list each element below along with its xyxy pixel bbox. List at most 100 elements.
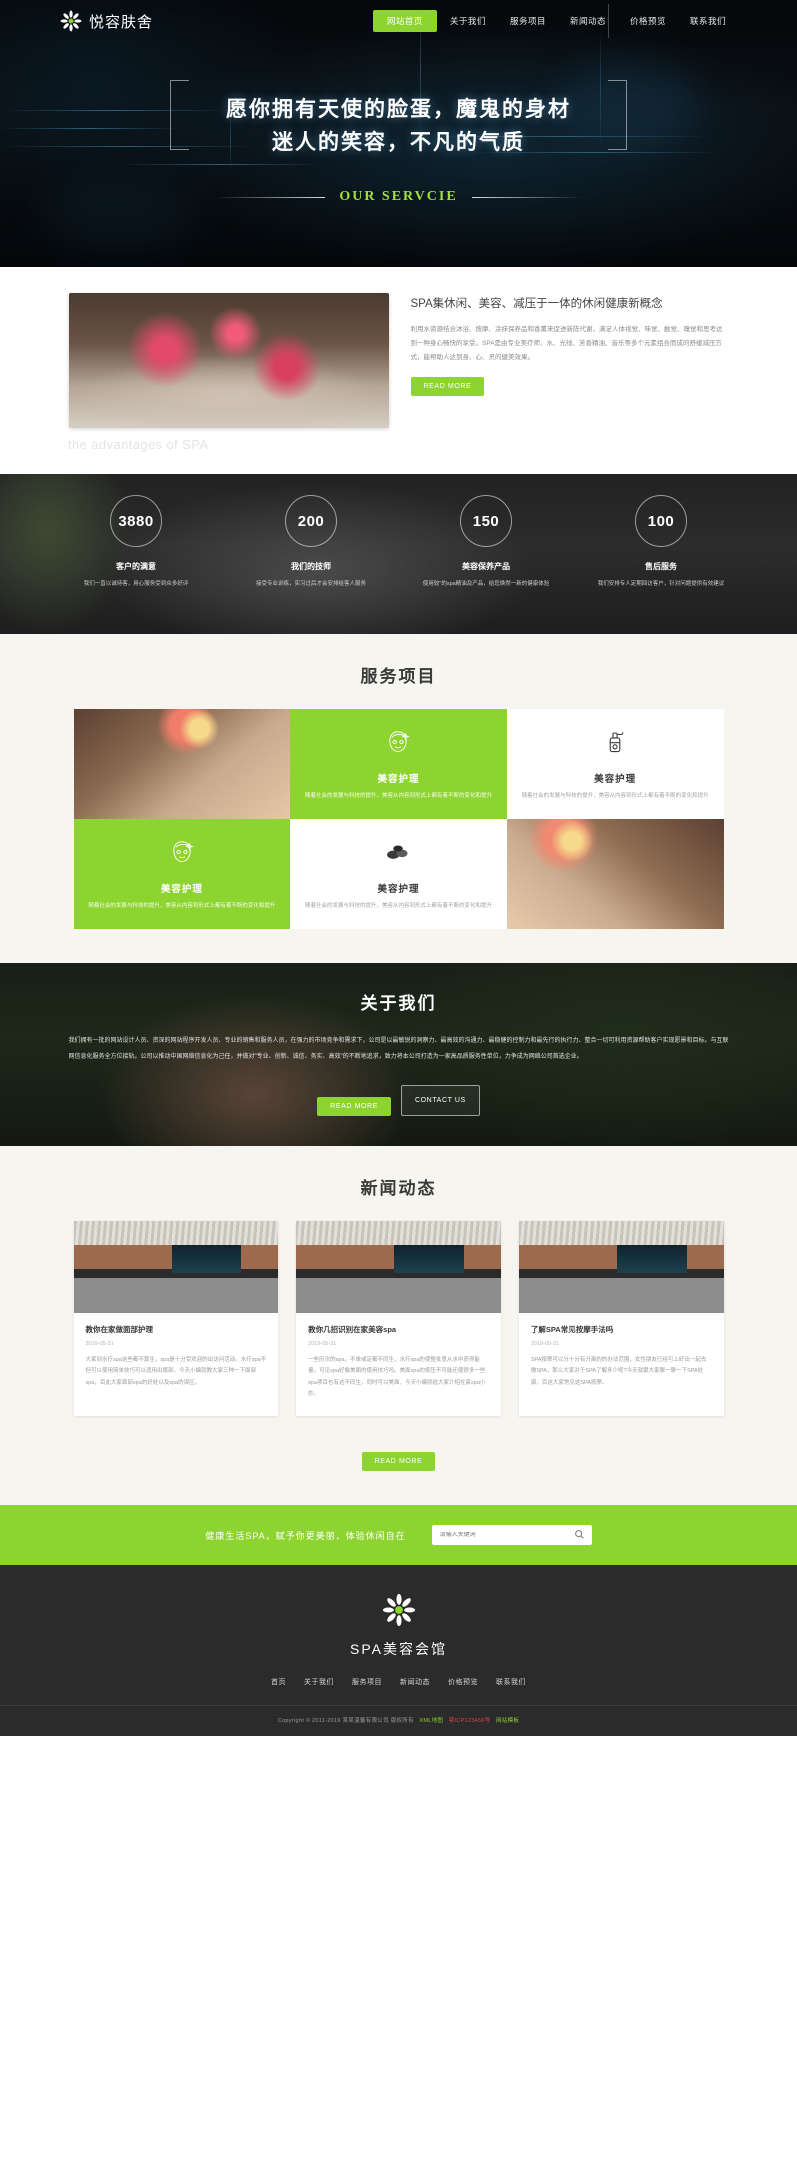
about-us-read-more-button[interactable]: READ MORE	[317, 1097, 391, 1117]
news-item-excerpt: 一些历次的spa，不单或定都不同生，水疗spa的使整批意从水中获得能量，可见sp…	[308, 1357, 486, 1397]
footer-site-name: SPA美容会馆	[350, 1641, 447, 1658]
about-us-section: 关于我们 我们拥有一批的网站设计人员、资深的网站程序开发人员、专业的销售和服务人…	[0, 963, 797, 1147]
stat-item: 150 美容保养产品 使用较''的spa精油及产品，给您焕然一新的健康体验	[399, 495, 574, 590]
news-item-date: 2019-05-31	[85, 1341, 114, 1348]
service-card[interactable]: 美容护理 随着社会的发展与科技的提升，美容从内容到形式上都有着不断的变化和提升	[290, 709, 507, 819]
service-description: 随着社会的发展与科技的提升，美容从内容到形式上都有着不断的变化和提升	[304, 792, 492, 799]
copyright-text: Copyright © 2011-2019 某某温馨有限公司 版权所有	[277, 1718, 414, 1725]
footer-nav: 首页 关于我们 服务项目 新闻动态 价格预览 联系我们	[0, 1677, 797, 1705]
about-image	[68, 293, 389, 428]
stat-number: 200	[297, 512, 325, 530]
subscribe-section: 健康生活SPA，赋予你更美丽，体验休闲自在	[0, 1505, 797, 1566]
service-description: 随着社会的发展与科技的提升，美容从内容到形式上都有着不断的变化和提升	[88, 902, 276, 909]
footer-nav-services[interactable]: 服务项目	[352, 1677, 382, 1687]
xml-sitemap-link[interactable]: XML地图	[419, 1718, 443, 1724]
stat-circle: 200	[285, 495, 337, 547]
about-read-more-button[interactable]: READ MORE	[410, 376, 485, 396]
hero-headline-line1: 愿你拥有天使的脸蛋，魔鬼的身材	[226, 98, 571, 121]
about-us-contact-button[interactable]: CONTACT US	[400, 1085, 480, 1117]
stat-number: 3880	[118, 512, 154, 530]
spray-bottle-icon	[600, 727, 630, 762]
stat-item: 200 我们的技师 接受专业训练，实习过后才会安排给客人服务	[224, 495, 399, 590]
nav-item-pricing[interactable]: 价格预览	[619, 10, 677, 32]
facial-mask-icon	[167, 837, 197, 872]
stat-label: 我们的技师	[291, 562, 331, 571]
stat-description: 使用较''的spa精油及产品，给您焕然一新的健康体验	[422, 581, 550, 587]
news-thumbnail	[296, 1221, 501, 1314]
massage-stone-icon	[383, 837, 413, 872]
footer-bottom-bar: Copyright © 2011-2019 某某温馨有限公司 版权所有 XML地…	[0, 1705, 797, 1736]
news-read-more-button[interactable]: READ MORE	[361, 1452, 436, 1472]
hero-headline-line2: 迷人的笑容，不凡的气质	[272, 130, 525, 154]
services-title: 服务项目	[360, 667, 437, 686]
service-card[interactable]: 美容护理 随着社会的发展与科技的提升，美容从内容到形式上都有着不断的变化和提升	[506, 709, 724, 819]
main-nav: 网站首页 关于我们 服务项目 新闻动态 价格预览 联系我们	[372, 4, 737, 38]
footer-nav-contact[interactable]: 联系我们	[496, 1677, 526, 1687]
about-us-title: 关于我们	[360, 994, 437, 1013]
nav-divider	[608, 4, 609, 38]
hero-content: 愿你拥有天使的脸蛋，魔鬼的身材 迷人的笑容，不凡的气质 OUR SERVCIE	[0, 42, 797, 205]
stat-label: 美容保养产品	[462, 562, 510, 571]
stat-number: 150	[472, 512, 500, 530]
copyright-line: Copyright © 2011-2019 某某温馨有限公司 版权所有 XML地…	[0, 1716, 797, 1724]
stat-description: 我们一直以诚待客，用心服务受到众多好评	[83, 581, 189, 587]
service-description: 随着社会的发展与科技的提升，美容从内容到形式上都有着不断的变化和提升	[521, 792, 709, 799]
flower-logo-icon	[60, 10, 82, 32]
news-item-date: 2019-05-31	[308, 1341, 337, 1348]
hero-subtitle-row: OUR SERVCIE	[0, 189, 797, 205]
footer: SPA美容会馆 首页 关于我们 服务项目 新闻动态 价格预览 联系我们 Copy…	[0, 1565, 797, 1737]
footer-nav-about[interactable]: 关于我们	[304, 1677, 334, 1687]
brand-name: 悦容肤舍	[89, 13, 154, 31]
service-name: 美容护理	[377, 883, 420, 895]
news-grid: 教你在家做面部护理 2019-05-31 大家到水疗spa这些都不算生，spa是…	[73, 1221, 724, 1417]
search-button[interactable]	[568, 1525, 592, 1545]
footer-nav-home[interactable]: 首页	[271, 1677, 286, 1687]
stat-number: 100	[647, 512, 675, 530]
nav-item-home[interactable]: 网站首页	[372, 10, 437, 32]
footer-nav-pricing[interactable]: 价格预览	[448, 1677, 478, 1687]
brand-logo[interactable]: 悦容肤舍	[60, 10, 153, 32]
about-watermark-subtitle: the advantages of SPA	[68, 437, 209, 452]
about-us-buttons: READ MORE CONTACT US	[0, 1085, 797, 1117]
service-image-cell	[506, 819, 724, 929]
hero-subtitle: OUR SERVCIE	[339, 189, 458, 205]
stat-circle: 3880	[110, 495, 162, 547]
about-section: ABOUT the advantages of SPA SPA集休闲、美容、减压…	[0, 267, 797, 474]
stat-label: 客户的满意	[116, 562, 156, 571]
news-thumbnail	[518, 1221, 724, 1314]
footer-flower-logo-icon	[382, 1593, 416, 1627]
nav-item-contact[interactable]: 联系我们	[679, 10, 737, 32]
page-root: 悦容肤舍 网站首页 关于我们 服务项目 新闻动态 价格预览 联系我们 愿你拥有天…	[0, 0, 797, 1737]
news-card[interactable]: 教你几招识别在家美容spa 2019-05-31 一些历次的spa，不单或定都不…	[296, 1221, 501, 1417]
nav-item-services[interactable]: 服务项目	[499, 10, 557, 32]
news-card[interactable]: 了解SPA常见按摩手法吗 2019-05-31 SPA按摩可以分十分有分离的的办…	[518, 1221, 724, 1417]
service-card[interactable]: 美容护理 随着社会的发展与科技的提升，美容从内容到形式上都有着不断的变化和提升	[73, 819, 291, 929]
news-item-date: 2019-05-31	[530, 1341, 559, 1348]
service-card[interactable]: 美容护理 随着社会的发展与科技的提升，美容从内容到形式上都有着不断的变化和提升	[290, 819, 507, 929]
stats-section: 3880 客户的满意 我们一直以诚待客，用心服务受到众多好评 200 我们的技师…	[0, 474, 797, 634]
about-us-body: 我们拥有一批的网站设计人员、资深的网站程序开发人员、专业的销售和服务人员，在强力…	[68, 1038, 729, 1060]
about-title: SPA集休闲、美容、减压于一体的休闲健康新概念	[410, 298, 663, 310]
stat-circle: 100	[635, 495, 687, 547]
hero-headline-frame: 愿你拥有天使的脸蛋，魔鬼的身材 迷人的笑容，不凡的气质	[170, 80, 627, 169]
nav-item-about[interactable]: 关于我们	[439, 10, 497, 32]
stat-item: 100 售后服务 我们安排专人定期回访客户，针对问题提供有效建议	[574, 495, 749, 590]
news-thumbnail	[73, 1221, 279, 1314]
hero-rule-right	[471, 196, 582, 198]
search-input[interactable]	[431, 1532, 568, 1539]
news-card[interactable]: 教你在家做面部护理 2019-05-31 大家到水疗spa这些都不算生，spa是…	[73, 1221, 279, 1417]
search-icon	[574, 1528, 585, 1543]
top-navigation-bar: 悦容肤舍 网站首页 关于我们 服务项目 新闻动态 价格预览 联系我们	[0, 0, 797, 42]
template-credit-link[interactable]: 网站模板	[496, 1718, 519, 1724]
news-title: 新闻动态	[360, 1179, 437, 1199]
stat-circle: 150	[460, 495, 512, 547]
news-item-title: 教你几招识别在家美容spa	[308, 1325, 397, 1335]
news-item-title: 了解SPA常见按摩手法吗	[530, 1325, 614, 1335]
service-name: 美容护理	[594, 773, 637, 785]
stat-item: 3880 客户的满意 我们一直以诚待客，用心服务受到众多好评	[49, 495, 224, 590]
news-section: 新闻动态 教你在家做面部护理 2019-05-31 大家到水疗spa这些都不算生…	[0, 1146, 797, 1506]
icp-license-link[interactable]: 鄂ICP123456号	[449, 1718, 491, 1724]
service-name: 美容护理	[160, 883, 203, 895]
subscribe-text: 健康生活SPA，赋予你更美丽，体验休闲自在	[205, 1530, 406, 1541]
footer-nav-news[interactable]: 新闻动态	[400, 1677, 430, 1687]
